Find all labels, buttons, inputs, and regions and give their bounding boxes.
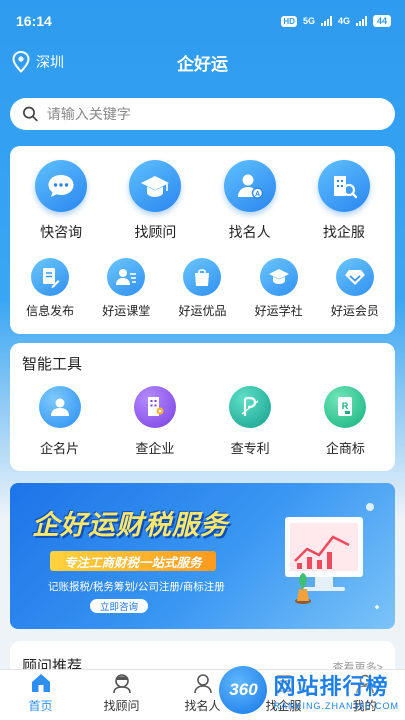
home-icon: [31, 674, 50, 692]
location-city: 深圳: [36, 54, 64, 70]
tool-label: 企名片: [40, 441, 80, 456]
search-input[interactable]: [46, 106, 383, 122]
grid-item-goods[interactable]: 好运优品: [164, 258, 240, 319]
grid-label: 快咨询: [40, 224, 83, 240]
person-card-icon: [38, 386, 81, 428]
building-search-icon: [317, 160, 370, 212]
grid-label: 找企服: [322, 224, 365, 240]
grid-item-info-publish[interactable]: 信息发布: [12, 258, 88, 319]
battery-icon: 44: [372, 15, 391, 27]
banner-services: 记账报税/税务筹划/公司注册/商标注册: [48, 581, 225, 593]
document-edit-icon: [31, 258, 70, 296]
person-badge-icon: A: [223, 160, 276, 212]
tool-item-trademark[interactable]: R 企商标: [305, 386, 385, 457]
hd-indicator: HD: [281, 15, 297, 27]
signal-icon-2: [355, 16, 367, 26]
svg-text:R: R: [342, 401, 349, 411]
grid-label: 好运课堂: [102, 304, 151, 318]
tool-label: 查专利: [230, 441, 270, 456]
grid-item-find-celebrity[interactable]: A 找名人: [210, 160, 290, 242]
tab-profile[interactable]: 我的: [324, 670, 405, 720]
svg-text:A: A: [255, 191, 260, 198]
main-small-row: 信息发布 好运课堂 好运优品 好运学社 好运会员: [10, 258, 395, 319]
bottom-tab-bar: 首页 找顾问 找名人 找企服 我的: [0, 669, 405, 720]
section-title: 智能工具: [22, 356, 83, 373]
tab-home[interactable]: 首页: [0, 670, 81, 720]
monitor-chart-illustration: [285, 503, 379, 609]
celebrity-icon: [193, 674, 212, 694]
grid-item-find-advisor[interactable]: 找顾问: [115, 160, 195, 242]
network-5g-label: 5G: [302, 16, 315, 26]
grid-label: 好运优品: [178, 304, 227, 318]
grid-label: 信息发布: [26, 304, 75, 318]
banner-title: 企好运财税服务: [32, 510, 228, 540]
status-bar: 16:14 HD 5G 4G 44: [0, 0, 405, 42]
service-icon: [274, 675, 293, 692]
tab-find-advisor[interactable]: 找顾问: [81, 670, 162, 720]
graduation-cap-icon: [129, 160, 182, 212]
tool-label: 企商标: [325, 441, 365, 456]
status-time: 16:14: [16, 13, 52, 29]
banner-consult-button[interactable]: 立即咨询: [90, 599, 149, 613]
advisor-avatar-icon: [112, 674, 131, 694]
grid-item-member[interactable]: 好运会员: [317, 258, 393, 319]
grid-item-academy[interactable]: 好运学社: [241, 258, 317, 319]
tab-label: 首页: [28, 699, 53, 713]
grid-item-quick-consult[interactable]: 快咨询: [21, 160, 101, 242]
tab-find-service[interactable]: 找企服: [243, 670, 324, 720]
tools-row: 企名片 查企业 查专利 R 企商标: [10, 386, 395, 457]
trademark-icon: R: [324, 386, 367, 428]
tool-item-business-card[interactable]: 企名片: [20, 386, 100, 457]
building-location-icon: [133, 386, 176, 428]
grid-label: 找顾问: [134, 224, 177, 240]
banner-subtitle: 专注工商财税一站式服务: [50, 551, 216, 571]
tab-label: 我的: [352, 699, 377, 713]
tool-item-patent[interactable]: 查专利: [210, 386, 290, 457]
tab-label: 找顾问: [103, 699, 140, 713]
patent-icon: [229, 386, 272, 428]
grid-label: 好运学社: [254, 304, 303, 318]
user-list-icon: [107, 258, 146, 296]
tab-label: 找名人: [184, 699, 221, 713]
main-big-row: 快咨询 找顾问 A 找名人 找企服: [10, 160, 395, 242]
location-pin-icon: [12, 51, 30, 73]
tool-label: 查企业: [135, 441, 175, 456]
tab-find-celebrity[interactable]: 找名人: [162, 670, 243, 720]
smart-tools-card: 智能工具 企名片 查企业 查专利 R 企商标: [10, 343, 395, 471]
grid-label: 找名人: [228, 224, 271, 240]
app-header: 深圳 企好运: [0, 42, 405, 82]
chat-bubble-icon: [35, 160, 88, 212]
tool-item-search-company[interactable]: 查企业: [115, 386, 195, 457]
search-bar[interactable]: [10, 98, 395, 130]
status-icons: HD 5G 4G 44: [281, 15, 391, 27]
profile-icon: [355, 674, 374, 694]
tab-label: 找企服: [265, 699, 302, 713]
signal-icon: [320, 16, 332, 26]
shopping-bag-icon: [183, 258, 222, 296]
location-selector[interactable]: 深圳: [12, 51, 64, 73]
network-4g-label: 4G: [337, 16, 350, 26]
grid-item-find-service[interactable]: 找企服: [304, 160, 384, 242]
grid-label: 好运会员: [330, 304, 379, 318]
diamond-icon: [335, 258, 374, 296]
main-grid-card: 快咨询 找顾问 A 找名人 找企服 信息发布 好运课堂 好运优品 好运学社 好运…: [10, 146, 395, 334]
search-icon: [23, 106, 38, 122]
graduation-cap-icon: [259, 258, 298, 296]
grid-item-class[interactable]: 好运课堂: [88, 258, 164, 319]
promo-banner[interactable]: 企好运财税服务 专注工商财税一站式服务 记账报税/税务筹划/公司注册/商标注册 …: [10, 483, 395, 629]
